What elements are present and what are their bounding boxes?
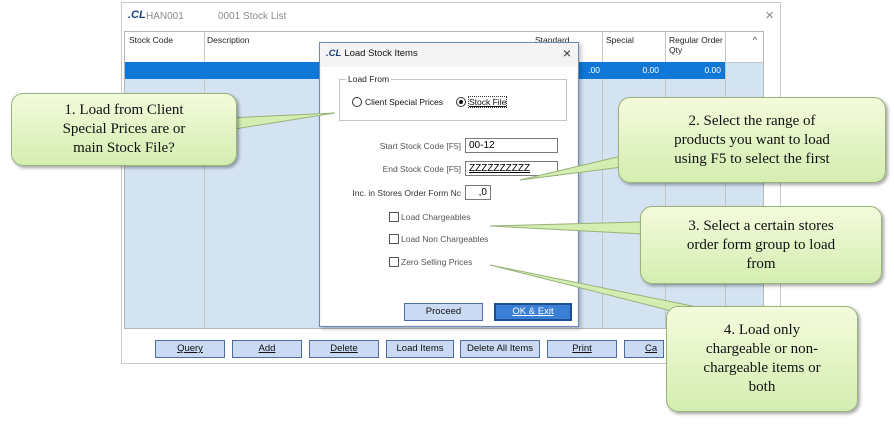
callout-1-pointer	[227, 112, 336, 131]
callout-4-text: 4. Load only chargeable or non- chargeab…	[703, 322, 821, 395]
callout-1: 1. Load from Client Special Prices are o…	[11, 93, 237, 166]
callout-2-text: 2. Select the range of products you want…	[674, 112, 830, 167]
callout-3-text: 3. Select a certain stores order form gr…	[686, 217, 836, 272]
callout-4: 4. Load only chargeable or non- chargeab…	[666, 306, 858, 412]
callout-1-text: 1. Load from Client Special Prices are o…	[62, 102, 186, 156]
callout-3-pointer	[489, 221, 643, 235]
callout-2: 2. Select the range of products you want…	[618, 97, 886, 183]
callout-3: 3. Select a certain stores order form gr…	[640, 206, 882, 284]
